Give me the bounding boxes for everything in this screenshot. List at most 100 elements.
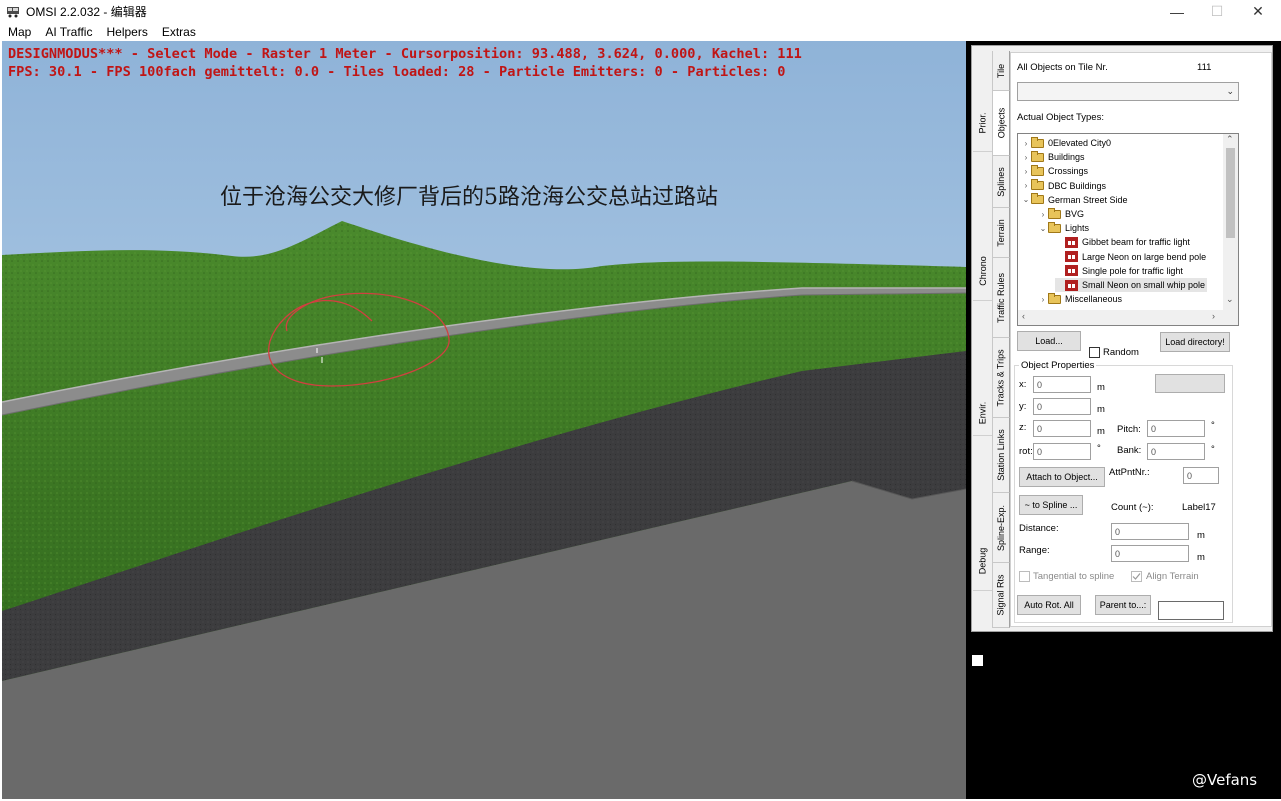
tab-prior[interactable]: Prior. — [973, 94, 992, 152]
to-spline-button[interactable]: ~ to Spline ... — [1019, 495, 1083, 515]
tree-item[interactable]: Large Neon on large bend pole — [1055, 250, 1206, 264]
tangential-label: Tangential to spline — [1033, 571, 1115, 582]
color-swatch-button[interactable] — [1155, 374, 1225, 393]
attach-to-object-button[interactable]: Attach to Object... — [1019, 467, 1105, 487]
load-directory-button[interactable]: Load directory! — [1160, 332, 1230, 352]
random-checkbox[interactable] — [1089, 347, 1100, 358]
rot-label: rot: — [1019, 446, 1033, 457]
tree-item[interactable]: › BVG — [1038, 207, 1084, 221]
align-terrain-checkbox[interactable] — [1131, 571, 1142, 582]
tree-item-label: Crossings — [1048, 166, 1089, 177]
tree-item[interactable]: › 0Elevated City0 — [1021, 136, 1111, 150]
object-icon — [1065, 265, 1078, 277]
hud-status-line-2: FPS: 30.1 - FPS 100fach gemittelt: 0.0 -… — [8, 64, 786, 80]
random-label: Random — [1103, 347, 1139, 358]
tree-scroll-thumb[interactable] — [1226, 148, 1235, 238]
tree-item[interactable]: ⌄ German Street Side — [1021, 193, 1128, 207]
folder-icon — [1031, 164, 1044, 176]
3d-viewport[interactable]: DESIGNMODUS*** - Select Mode - Raster 1 … — [2, 41, 966, 799]
tree-item[interactable]: ⌄ Lights — [1038, 221, 1089, 235]
tab-signal-rts[interactable]: Signal Rts — [992, 563, 1010, 628]
tree-item[interactable]: › Crossings — [1021, 164, 1088, 178]
expanded-caret-icon[interactable]: ⌄ — [1038, 224, 1048, 233]
menu-ai-traffic[interactable]: AI Traffic — [37, 25, 98, 39]
y-field[interactable]: 0 — [1033, 398, 1091, 415]
tab-station-links[interactable]: Station Links — [992, 418, 1010, 493]
tree-item-label: Large Neon on large bend pole — [1082, 251, 1207, 262]
collapsed-caret-icon[interactable]: › — [1021, 167, 1031, 176]
minimize-button[interactable]: — — [1157, 0, 1197, 23]
tab-spline-exp[interactable]: Spline-Exp. — [992, 493, 1010, 563]
tree-vertical-scrollbar[interactable]: ⌃ ⌄ — [1223, 134, 1238, 311]
tree-item[interactable]: › DBC Buildings — [1021, 179, 1106, 193]
distance-unit: m — [1197, 530, 1205, 541]
menu-extras[interactable]: Extras — [154, 25, 202, 39]
scroll-left-icon[interactable]: ‹ — [1022, 311, 1025, 321]
tree-item-label: German Street Side — [1048, 194, 1128, 205]
collapsed-caret-icon[interactable]: › — [1038, 210, 1048, 219]
tab-debug[interactable]: Debug — [973, 531, 992, 591]
tree-item[interactable]: › Buildings — [1021, 150, 1085, 164]
x-unit: m — [1097, 382, 1105, 393]
tree-item-label: DBC Buildings — [1048, 180, 1107, 191]
tab-objects-label: Objects — [996, 107, 1007, 139]
collapsed-caret-icon[interactable]: › — [1021, 153, 1031, 162]
actual-types-label: Actual Object Types: — [1017, 112, 1104, 123]
z-field[interactable]: 0 — [1033, 420, 1091, 437]
parent-field[interactable] — [1158, 601, 1224, 620]
pitch-field[interactable]: 0 — [1147, 420, 1205, 437]
tab-objects[interactable]: Objects — [992, 91, 1010, 156]
tangential-checkbox[interactable] — [1019, 571, 1030, 582]
tree-item-label: BVG — [1065, 209, 1085, 219]
tree-item[interactable]: Single pole for traffic light — [1055, 264, 1183, 278]
tree-item[interactable]: Small Neon on small whip pole — [1055, 278, 1208, 292]
maximize-button[interactable]: ☐ — [1197, 0, 1237, 23]
menu-map[interactable]: Map — [0, 25, 37, 39]
expanded-caret-icon[interactable]: ⌄ — [1021, 195, 1031, 204]
object-type-tree[interactable]: › 0Elevated City0 › Buildings › Crossings › DBC… — [1017, 133, 1239, 326]
close-button[interactable]: ✕ — [1238, 0, 1278, 23]
count-label: Count (~): — [1111, 502, 1154, 513]
menu-bar: Map AI Traffic Helpers Extras — [0, 23, 1281, 41]
tab-splines[interactable]: Splines — [992, 156, 1010, 208]
collapsed-caret-icon[interactable]: › — [1021, 139, 1031, 148]
x-field[interactable]: 0 — [1033, 376, 1091, 393]
load-button[interactable]: Load... — [1017, 331, 1081, 351]
collapsed-caret-icon[interactable]: › — [1021, 181, 1031, 190]
tab-terrain[interactable]: Terrain — [992, 208, 1010, 258]
scroll-right-icon[interactable]: › — [1212, 311, 1215, 321]
tab-tracks-trips-label: Tracks & Trips — [996, 348, 1006, 407]
distance-field[interactable]: 0 — [1111, 523, 1189, 540]
tree-item-label: Lights — [1065, 223, 1090, 234]
menu-helpers[interactable]: Helpers — [98, 25, 153, 39]
tree-item[interactable]: Gibbet beam for traffic light — [1055, 235, 1190, 249]
parent-to-button[interactable]: Parent to...: — [1095, 595, 1151, 615]
tab-chrono[interactable]: Chrono — [973, 241, 992, 301]
objects-dropdown[interactable]: ⌄ — [1017, 82, 1239, 101]
tree-horizontal-scrollbar[interactable]: ‹ › — [1018, 310, 1238, 325]
tree-item-label: Gibbet beam for traffic light — [1082, 237, 1190, 248]
tile-number: 111 — [1197, 62, 1212, 73]
auto-rot-all-button[interactable]: Auto Rot. All — [1017, 595, 1081, 615]
attpnt-field[interactable]: 0 — [1183, 467, 1219, 484]
tab-signal-rts-label: Signal Rts — [996, 574, 1006, 616]
scroll-down-icon[interactable]: ⌄ — [1226, 294, 1234, 305]
tab-terrain-label: Terrain — [996, 218, 1007, 247]
collapsed-caret-icon[interactable]: › — [1038, 295, 1048, 304]
tab-tile[interactable]: Tile — [992, 51, 1010, 91]
tab-chrono-label: Chrono — [977, 255, 988, 286]
tab-tracks-trips[interactable]: Tracks & Trips — [992, 338, 1010, 418]
range-field[interactable]: 0 — [1111, 545, 1189, 562]
window-title: OMSI 2.2.032 - 编辑器 — [26, 5, 147, 19]
z-label: z: — [1019, 422, 1027, 433]
tab-envir[interactable]: Envir. — [973, 391, 992, 436]
object-properties-label: Object Properties — [1019, 360, 1097, 371]
tab-traffic-rules[interactable]: Traffic Rules — [992, 258, 1010, 338]
tree-item-label: Small Neon on small whip pole — [1082, 280, 1206, 290]
tree-item[interactable]: › Miscellaneous — [1038, 292, 1122, 306]
omsi-editor-window: OMSI 2.2.032 - 编辑器 — ☐ ✕ Map AI Traffic … — [0, 0, 1281, 801]
scene-render — [2, 41, 966, 799]
scroll-up-icon[interactable]: ⌃ — [1226, 134, 1234, 145]
bank-field[interactable]: 0 — [1147, 443, 1205, 460]
rot-field[interactable]: 0 — [1033, 443, 1091, 460]
